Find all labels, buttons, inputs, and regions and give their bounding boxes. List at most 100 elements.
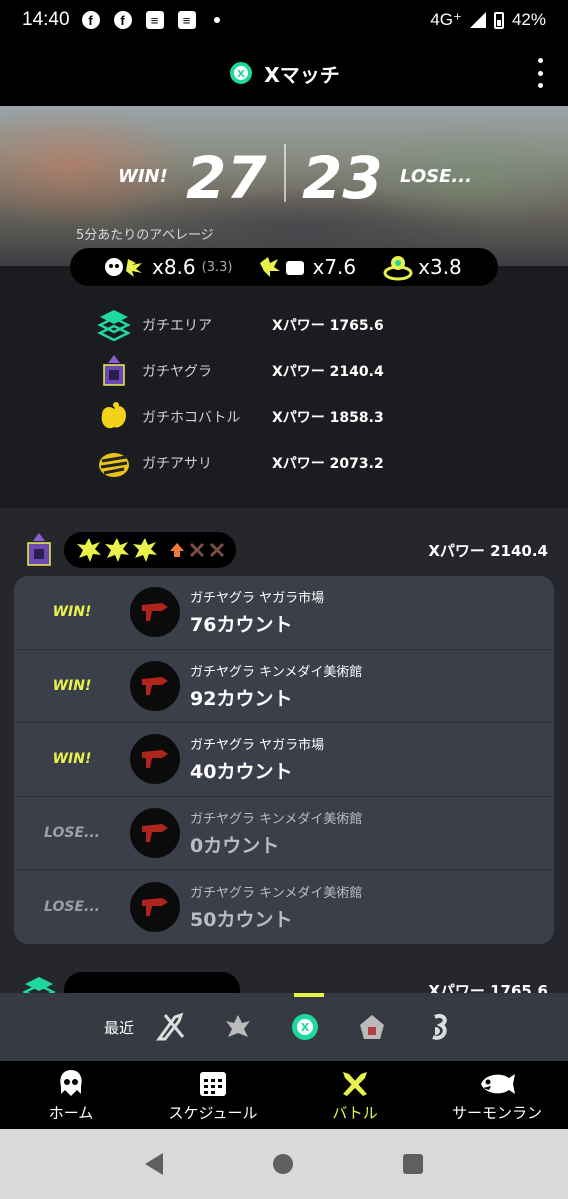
result-row[interactable]: LOSE... ガチヤグラ キンメダイ美術館 50カウント [14,870,554,944]
mode-name: ガチアサリ [142,456,212,472]
specials-value: x3.8 [418,255,462,279]
weapon-icon [130,882,180,933]
empty-slot-icon [209,542,225,558]
outcome-label: WIN! [52,677,92,694]
challenge-filter-icon[interactable] [355,1010,389,1044]
outcome-label: WIN! [52,604,92,621]
battery-percent: 42% [511,10,546,29]
win-splat-icon [133,538,157,562]
deaths-stat: x7.6 [258,255,356,279]
kills-value: x8.6 [152,255,196,279]
regular-battle-filter-icon[interactable] [154,1010,188,1044]
result-badges [64,532,236,568]
nav-label: ホーム [48,1103,94,1122]
count-value: 0カウント [190,835,280,858]
facebook-icon: f [113,11,132,29]
lose-count: 23 [302,144,383,212]
outcome-label: LOSE... [44,825,100,842]
news-icon: ≡ [145,11,164,29]
stage-name: ガチヤグラ ヤガラ市場 [190,591,325,607]
nav-salmon-run[interactable]: サーモンラン [426,1061,568,1129]
nav-label: バトル [332,1103,378,1122]
home-icon[interactable] [273,1154,293,1174]
back-icon[interactable] [145,1153,163,1175]
empty-slot-icon [189,542,205,558]
score-divider [284,144,286,202]
battery-icon [493,11,504,29]
signal-icon [469,12,486,28]
count-value: 76カウント [190,614,293,637]
nav-battle[interactable]: バトル [284,1061,426,1129]
calendar-icon [200,1071,226,1096]
svg-text:X: X [301,1021,310,1034]
average-label: 5分あたりのアベレージ [76,228,214,243]
count-value: 40カウント [190,761,293,784]
assists-value: (3.3) [201,259,233,275]
x-power-row: ガチアサリ Xパワー 2073.2 [96,440,396,486]
splat-kill-icon [105,258,142,277]
weapon-icon [130,734,180,785]
section-header: Xパワー 2140.4 [22,530,548,570]
salmon-icon [481,1073,515,1094]
specials-stat: x3.8 [382,253,462,281]
svg-text:X: X [237,69,245,80]
x-power-row: ガチエリア Xパワー 1765.6 [96,302,396,348]
mode-name: ガチヤグラ [142,364,212,380]
section-x-power: Xパワー 2140.4 [428,541,548,560]
splat-zones-icon [97,310,131,342]
result-row[interactable]: WIN! ガチヤグラ ヤガラ市場 40カウント [14,723,554,797]
mode-filter-bar: 最近 X [0,993,568,1061]
facebook-icon: f [81,11,100,29]
stage-name: ガチヤグラ キンメダイ美術館 [190,812,363,828]
special-weapon-icon [383,256,413,281]
nav-label: サーモンラン [451,1103,542,1122]
nav-home[interactable]: ホーム [0,1061,142,1129]
kills-stat: x8.6 (3.3) [104,255,232,279]
outcome-label: WIN! [52,751,92,768]
filter-label-recent[interactable]: 最近 [104,1017,134,1038]
recent-apps-icon[interactable] [403,1154,423,1174]
x-power-value: Xパワー 2073.2 [272,456,384,472]
match-history-section: Xパワー 2140.4 WIN! ガチヤグラ ヤガラ市場 76カウント WIN!… [0,508,568,1000]
notification-dot-icon [213,17,220,23]
stage-name: ガチヤグラ キンメダイ美術館 [190,664,363,680]
x-power-row: ガチヤグラ Xパワー 2140.4 [96,348,396,394]
system-navigation [0,1129,568,1199]
anarchy-battle-filter-icon[interactable] [221,1010,255,1044]
splat-death-icon [260,257,305,277]
bottom-navigation: ホーム スケジュール バトル サーモンラン [0,1061,568,1129]
win-splat-icon [105,538,129,562]
x-power-value: Xパワー 1765.6 [272,318,384,334]
nav-schedule[interactable]: スケジュール [142,1061,284,1129]
x-match-filter-icon[interactable]: X [288,1010,322,1044]
result-row[interactable]: WIN! ガチヤグラ ヤガラ市場 76カウント [14,576,554,650]
weapon-icon [130,808,180,859]
x-power-row: ガチホコバトル Xパワー 1858.3 [96,394,396,440]
tower-control-icon [27,533,51,566]
mode-name: ガチホコバトル [142,410,241,426]
x-power-value: Xパワー 2140.4 [272,364,384,380]
app-header: X Xマッチ [0,40,568,106]
x-power-value: Xパワー 1858.3 [272,410,384,426]
count-value: 50カウント [190,909,293,932]
private-battle-filter-icon[interactable] [422,1010,456,1044]
clam-blitz-icon [99,453,129,477]
win-splat-icon [77,538,101,562]
network-type: 4G⁺ [430,10,462,29]
win-count: 27 [186,144,267,212]
results-list: WIN! ガチヤグラ ヤガラ市場 76カウント WIN! ガチヤグラ キンメダイ… [14,576,554,944]
rainmaker-icon [101,402,126,429]
result-row[interactable]: LOSE... ガチヤグラ キンメダイ美術館 0カウント [14,797,554,871]
score-hero: WIN! 27 23 LOSE... 5分あたりのアベレージ [0,106,568,266]
kebab-menu-icon[interactable] [534,58,546,88]
stage-name: ガチヤグラ ヤガラ市場 [190,738,325,754]
crossed-weapons-icon [343,1071,367,1096]
x-match-icon: X [230,62,253,84]
tower-control-icon [103,355,125,386]
lose-label: LOSE... [400,166,472,187]
weapon-icon [130,660,180,711]
clock: 14:40 [22,9,70,30]
status-bar: 14:40 f f ≡ ≡ 4G⁺ 42% [0,0,568,40]
weapon-icon [130,587,180,638]
result-row[interactable]: WIN! ガチヤグラ キンメダイ美術館 92カウント [14,650,554,724]
